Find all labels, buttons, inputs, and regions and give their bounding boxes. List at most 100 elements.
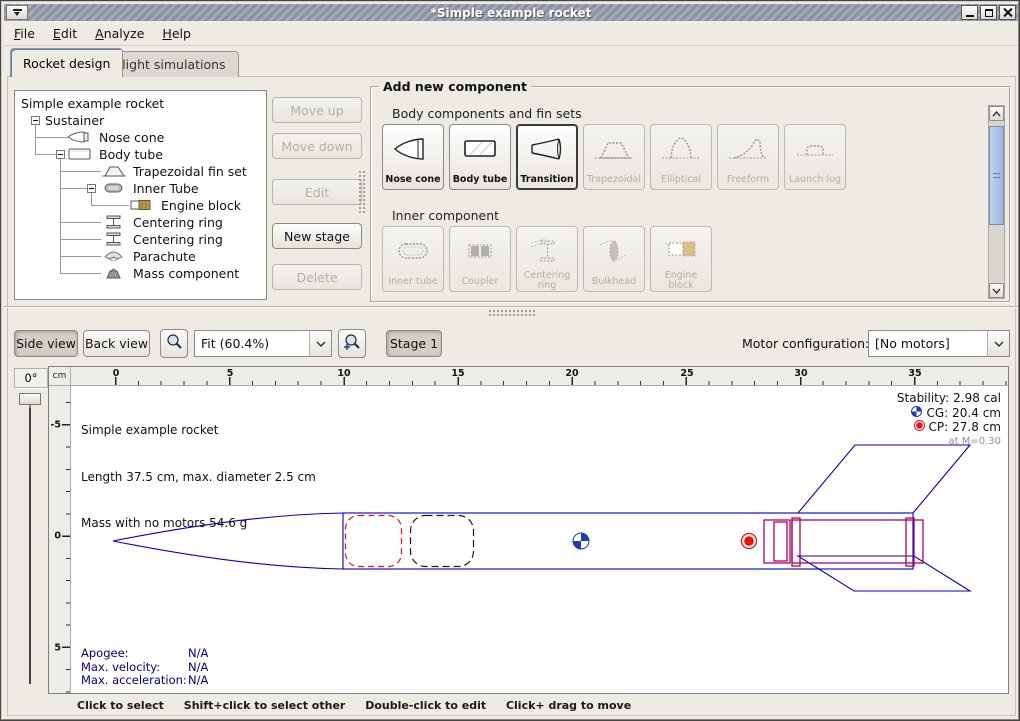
maximize-button[interactable] (980, 5, 997, 20)
add-engine-block-button[interactable]: Engine block (650, 226, 712, 292)
stability-info: Stability:2.98 cal CG:20.4 cm CP:27.8 cm… (897, 391, 1001, 449)
centering-ring-icon (525, 235, 569, 271)
add-centering-ring-button[interactable]: Centering ring (516, 226, 578, 292)
add-body-tube-button[interactable]: Body tube (449, 124, 511, 190)
tree-item-trapezoidal-fin-set[interactable]: Trapezoidal fin set (15, 163, 266, 180)
horizontal-splitter-grip[interactable] (488, 309, 536, 317)
centering-ring-icon (101, 232, 127, 246)
add-bulkhead-button[interactable]: Bulkhead (583, 226, 645, 292)
stability-value: 2.98 cal (953, 391, 1001, 406)
collapse-toggle[interactable] (56, 150, 65, 159)
cp-marker (742, 534, 757, 549)
title-bar[interactable]: *Simple example rocket (4, 4, 1018, 21)
stage-1-toggle[interactable]: Stage 1 (386, 330, 442, 357)
inner-tube-shape[interactable] (764, 518, 923, 566)
menu-help[interactable]: Help (162, 26, 191, 41)
motor-configuration-value: [No motors] (869, 336, 987, 351)
rocket-view-panel: cm 0 5 10 15 20 25 30 35 -5 0 5 (48, 366, 1009, 694)
add-freeform-fin-button[interactable]: Freeform (717, 124, 779, 190)
body-tube-icon (458, 133, 502, 169)
tree-item-engine-block[interactable]: Engine block (15, 197, 266, 214)
zoom-out-button[interactable] (160, 329, 188, 358)
body-section-label: Body components and fin sets (392, 106, 582, 121)
menu-analyze[interactable]: Analyze (95, 26, 144, 41)
menu-edit[interactable]: Edit (53, 26, 77, 41)
rotation-slider-track[interactable] (29, 394, 31, 684)
body-tube-icon (67, 147, 93, 161)
move-up-button[interactable]: Move up (272, 97, 362, 123)
maximize-icon (985, 9, 993, 17)
tree-item-mass-component[interactable]: Mass component (15, 265, 266, 282)
add-nose-cone-button[interactable]: Nose cone (382, 124, 444, 190)
menu-file[interactable]: File (14, 26, 35, 41)
tree-item-sustainer[interactable]: Sustainer (15, 112, 266, 129)
component-panel-scrollbar[interactable] (988, 105, 1005, 299)
scrollbar-thumb[interactable] (989, 126, 1004, 225)
flight-data: Apogee:N/A Max. velocity:N/A Max. accele… (81, 647, 208, 688)
body-tube-shape[interactable] (343, 513, 913, 569)
max-velocity-label: Max. velocity: (81, 661, 188, 675)
trapezoidal-fin-icon (592, 133, 636, 169)
zoom-in-button[interactable] (338, 329, 366, 358)
tree-item-body-tube[interactable]: Body tube (15, 146, 266, 163)
tree-item-inner-tube[interactable]: Inner Tube (15, 180, 266, 197)
inner-tube-icon (101, 181, 127, 195)
cg-marker (573, 533, 589, 549)
add-trapezoidal-fin-button[interactable]: Trapezoidal (583, 124, 645, 190)
vertical-splitter-grip[interactable] (358, 170, 366, 214)
bulkhead-icon (592, 235, 636, 271)
scroll-down-arrow-icon[interactable] (989, 283, 1004, 298)
rocket-canvas[interactable]: Simple example rocket Length 37.5 cm, ma… (71, 386, 1008, 693)
new-stage-button[interactable]: New stage (272, 223, 362, 249)
add-coupler-button[interactable]: Coupler (449, 226, 511, 292)
mass-component-shape[interactable] (411, 516, 474, 567)
application-window: *Simple example rocket File Edit Analyze… (0, 0, 1020, 721)
hint-click-drag: Click+ drag to move (506, 699, 631, 712)
tab-rocket-design[interactable]: Rocket design (10, 48, 123, 77)
parachute-shape[interactable] (346, 516, 402, 567)
motor-configuration-label: Motor configuration: (742, 336, 869, 351)
motor-configuration-combobox[interactable]: [No motors] (868, 330, 1010, 357)
chevron-down-icon[interactable] (987, 331, 1009, 356)
add-inner-tube-button[interactable]: Inner tube (382, 226, 444, 292)
back-view-button[interactable]: Back view (83, 330, 150, 357)
coupler-icon (458, 235, 502, 271)
group-title: Add new component (379, 79, 531, 94)
add-launch-lug-button[interactable]: Launch lug (784, 124, 846, 190)
rotation-slider-handle[interactable] (19, 393, 41, 405)
ruler-unit-label: cm (49, 367, 71, 386)
mass-component-icon (101, 266, 127, 280)
inner-section-label: Inner component (392, 208, 499, 223)
move-down-button[interactable]: Move down (272, 133, 362, 159)
tree-item-parachute[interactable]: Parachute (15, 248, 266, 265)
tree-item-nose-cone[interactable]: Nose cone (15, 129, 266, 146)
edit-button[interactable]: Edit (272, 179, 362, 205)
zoom-level-combobox[interactable]: Fit (60.4%) (194, 330, 332, 357)
cg-label: CG: (926, 406, 948, 421)
collapse-toggle[interactable] (87, 184, 96, 193)
collapse-toggle[interactable] (31, 116, 40, 125)
component-tree[interactable]: Simple example rocket Sustainer Nose con… (14, 90, 267, 300)
side-view-button[interactable]: Side view (14, 330, 78, 357)
tree-item-centering-ring-2[interactable]: Centering ring (15, 231, 266, 248)
tree-item-centering-ring[interactable]: Centering ring (15, 214, 266, 231)
max-velocity-value: N/A (188, 661, 208, 675)
close-icon (1003, 8, 1012, 17)
close-button[interactable] (999, 5, 1016, 20)
magnifier-plus-icon (343, 333, 361, 354)
cp-label: CP: (929, 420, 949, 435)
minimize-button[interactable] (961, 5, 978, 20)
hint-shift-click: Shift+click to select other (184, 699, 346, 712)
scroll-up-arrow-icon[interactable] (989, 106, 1004, 121)
add-transition-button[interactable]: Transition (516, 124, 578, 190)
tree-item-rocket[interactable]: Simple example rocket (15, 95, 266, 112)
stability-label: Stability: (897, 391, 949, 406)
add-elliptical-fin-button[interactable]: Elliptical (650, 124, 712, 190)
nose-cone-icon (391, 133, 435, 169)
engine-block-icon (659, 235, 703, 271)
delete-button[interactable]: Delete (272, 264, 362, 290)
chevron-down-icon[interactable] (309, 331, 331, 356)
mach-note: at M=0.30 (897, 435, 1001, 450)
freeform-fin-icon (726, 133, 770, 169)
horizontal-ruler: 0 5 10 15 20 25 30 35 (71, 367, 1008, 386)
